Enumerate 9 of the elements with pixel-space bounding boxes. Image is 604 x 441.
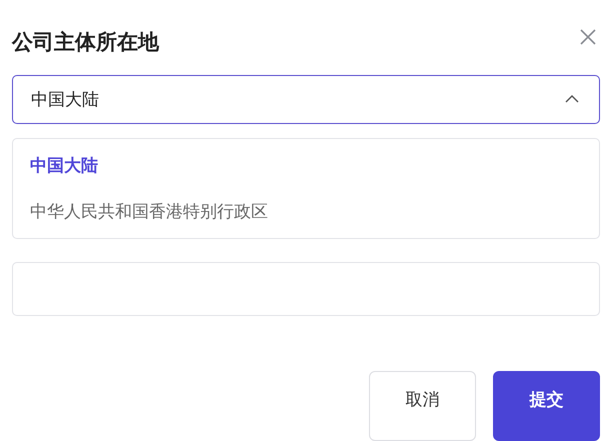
input-field[interactable]	[12, 262, 600, 316]
country-select[interactable]: 中国大陆	[12, 74, 600, 124]
dropdown-option[interactable]: 中国大陆	[30, 152, 98, 179]
dialog-title: 公司主体所在地	[12, 29, 159, 56]
submit-button[interactable]: 提交	[493, 371, 600, 441]
dropdown-option[interactable]: 中华人民共和国香港特别行政区	[30, 198, 268, 225]
chevron-icon	[565, 95, 579, 104]
close-icon[interactable]	[579, 28, 597, 46]
cancel-button[interactable]: 取消	[369, 371, 476, 441]
